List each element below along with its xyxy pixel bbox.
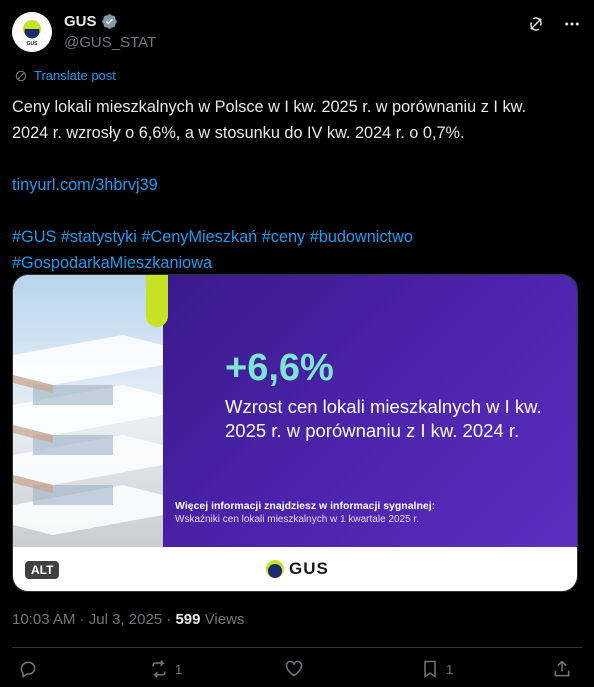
views-label: Views [204, 611, 245, 628]
tweet-link[interactable]: tinyurl.com/3hbrvj39 [12, 176, 158, 194]
grok-icon[interactable] [526, 14, 546, 34]
repost-icon [152, 660, 166, 678]
tweet-text: Ceny lokali mieszkalnych w Polsce w I kw… [12, 94, 578, 276]
divider [12, 647, 582, 648]
repost-button[interactable]: 1 [149, 659, 182, 679]
action-bar: 1 1 [12, 659, 582, 683]
share-button[interactable] [552, 659, 572, 679]
info-line-1: Więcej informacji znajdziesz w informacj… [175, 500, 436, 512]
more-icon[interactable] [562, 14, 582, 34]
big-percent-value: +6,6% [225, 347, 334, 389]
verified-badge-icon [101, 13, 118, 30]
translate-post-link[interactable]: Translate post [14, 68, 116, 83]
building-photo [13, 275, 163, 547]
media-image[interactable]: +6,6% Wzrost cen lokali mieszkalnych w I… [12, 274, 578, 592]
avatar[interactable]: GUS [12, 12, 52, 52]
infographic-headline: Wzrost cen lokali mieszkalnych w I kw. 2… [225, 396, 542, 441]
post-meta: 10:03 AM · Jul 3, 2025 · 599 Views [12, 611, 245, 628]
bookmark-icon [424, 660, 436, 678]
reply-button[interactable] [18, 659, 44, 679]
post-date[interactable]: Jul 3, 2025 [89, 611, 162, 628]
tweet-line-1: Ceny lokali mieszkalnych w Polsce w I kw… [12, 98, 526, 116]
gus-mark-icon [266, 560, 284, 578]
tweet-line-2: 2024 r. wzrosły o 6,6%, a w stosunku do … [12, 124, 465, 142]
bookmark-count: 1 [446, 661, 454, 677]
svg-text:GUS: GUS [27, 41, 39, 47]
post-time[interactable]: 10:03 AM [12, 611, 75, 628]
translate-icon [15, 70, 27, 81]
account-name[interactable]: GUS [64, 13, 97, 30]
share-icon [554, 660, 570, 677]
bookmark-button[interactable]: 1 [420, 659, 453, 679]
gus-logo-icon: GUS [12, 12, 52, 52]
tweet-header: GUS GUS @GUS_STAT [12, 10, 582, 54]
translate-label: Translate post [34, 68, 116, 83]
like-button[interactable] [284, 659, 310, 679]
reply-icon [20, 661, 36, 678]
lime-accent [146, 275, 168, 327]
account-handle[interactable]: @GUS_STAT [64, 34, 156, 51]
info-line-2: Wskaźniki cen lokali mieszkalnych w 1 kw… [175, 514, 419, 525]
views-count: 599 [175, 611, 201, 628]
hashtags-line-2[interactable]: #GospodarkaMieszkaniowa [12, 250, 578, 276]
hashtags-line-1[interactable]: #GUS #statystyki #CenyMieszkań #ceny #bu… [12, 224, 578, 250]
alt-badge[interactable]: ALT [25, 561, 60, 579]
heart-icon [285, 660, 303, 677]
repost-count: 1 [175, 661, 183, 677]
gus-brand-logo: GUS [265, 559, 329, 579]
gus-logo-text: GUS [289, 559, 329, 578]
